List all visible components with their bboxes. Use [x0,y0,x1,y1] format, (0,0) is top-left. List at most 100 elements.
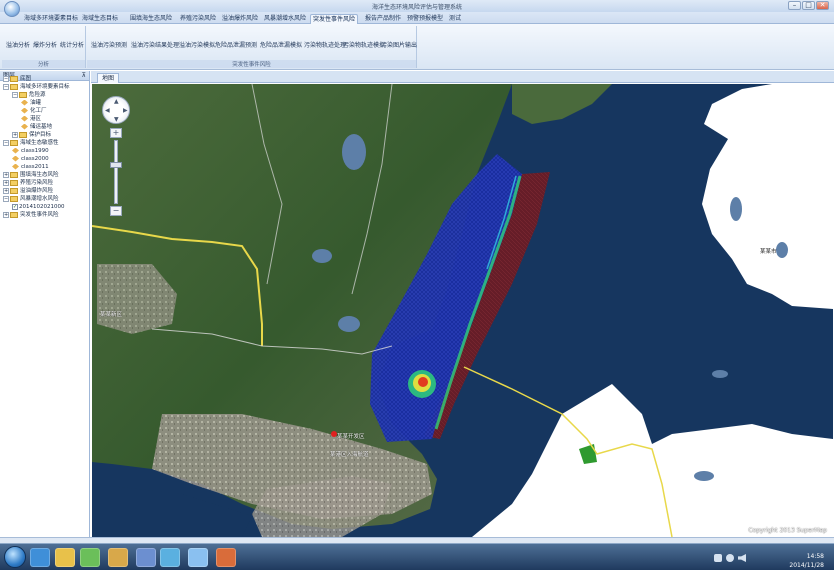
expand-icon[interactable]: + [12,131,18,138]
layer-icon [21,123,28,130]
minimize-button[interactable]: – [788,1,801,10]
collapse-icon[interactable]: − [3,139,9,146]
pan-up-icon[interactable]: ▲ [114,98,119,105]
ribbon-tab[interactable]: 海域生态目标 [76,14,124,24]
tree-item[interactable]: class1990 [12,147,49,155]
folder-icon [19,131,27,138]
tree-item[interactable]: − 海域生态敏感性 [3,139,59,147]
expand-icon[interactable]: + [3,171,9,178]
hazard-leak-simulate-button[interactable]: 危险品泄漏模拟 [260,40,302,49]
oil-pollution-predict-button[interactable]: 溢油污染预测 [91,40,127,49]
ribbon-tab[interactable]: 海域多环境要素目标 [24,14,78,24]
tree-item[interactable]: 港区 [21,115,41,123]
ribbon-tab[interactable]: 测试 [447,14,463,24]
tree-item[interactable]: class2011 [12,163,49,171]
explosion-analysis-button[interactable]: 爆炸分析 [33,40,57,49]
tree-item[interactable]: ✓ 2014102021000 [12,203,65,211]
app-icon-6[interactable] [216,548,236,567]
tree-item[interactable]: − 底图 [3,75,31,83]
tree-item[interactable]: − 危险源 [12,91,46,99]
zoom-slider-thumb[interactable] [110,162,122,168]
clock-time[interactable]: 14:58 [807,553,824,560]
tray-icon[interactable] [714,554,722,562]
tree-item-label: 风暴潮增水风险 [20,196,59,202]
app-icon-1[interactable] [80,548,100,567]
close-button[interactable]: ✕ [816,1,829,10]
ribbon-tab[interactable]: 风暴潮增水风险 [262,14,308,24]
tree-item[interactable]: 油罐 [21,99,41,107]
tree-item-label: 养殖污染风险 [20,180,54,186]
tree-item[interactable]: 储运基地 [21,123,52,131]
tree-item[interactable]: 化工厂 [21,107,47,115]
start-button[interactable] [4,546,26,568]
expand-icon[interactable]: + [3,179,9,186]
oil-spill-analysis-button[interactable]: 溢油分析 [6,40,30,49]
tree-item[interactable]: class2000 [12,155,49,163]
pollution-image-output-button[interactable]: 污染图片输出 [381,40,417,49]
volume-icon[interactable] [738,554,746,562]
zoom-slider-track[interactable] [114,140,118,204]
lake [730,197,742,221]
tree-item[interactable]: + 保护目标 [12,131,51,139]
lake [776,242,788,258]
tree-item[interactable]: − 风暴潮增水风险 [3,195,59,203]
pan-down-icon[interactable]: ▼ [114,116,119,123]
tree-item[interactable]: − 海域多环境要素目标 [3,83,70,91]
clock-date[interactable]: 2014/11/28 [789,562,824,569]
expand-icon[interactable]: + [3,211,9,218]
statistics-analysis-button[interactable]: 统计分析 [60,40,84,49]
ribbon-tab[interactable]: 突发性事件风险 [310,14,358,24]
pan-right-icon[interactable]: ▶ [123,107,128,114]
collapse-icon[interactable]: − [3,195,9,202]
tree-item[interactable]: + 养殖污染风险 [3,179,53,187]
collapse-icon[interactable]: − [3,75,9,82]
pin-icon[interactable]: ⊼ [82,71,86,80]
layer-icon [21,115,28,122]
pan-control[interactable]: ▲ ▼ ◀ ▶ [102,96,130,124]
document-tab-bar: 地图 [91,71,834,83]
explorer-icon[interactable] [55,548,75,567]
collapse-icon[interactable]: − [3,83,9,90]
ribbon-tab[interactable]: 预警预报模型 [406,14,444,24]
trajectory-simulate-button[interactable]: 污染物轨迹模拟 [343,40,385,49]
oil-pollution-result-button[interactable]: 溢油污染结果处理 [131,40,179,49]
ribbon-tab[interactable]: 溢油爆炸风险 [220,14,260,24]
ribbon-tab[interactable]: 围填海生态风险 [126,14,176,24]
plume-hotspot-core [418,377,428,387]
folder-icon [10,75,18,82]
lake [694,471,714,481]
app-icon-5[interactable] [188,548,208,567]
lake [342,134,366,170]
ribbon-tab[interactable]: 养殖污染风险 [178,14,218,24]
layer-checkbox[interactable]: ✓ [12,203,18,210]
place-label: 某某开发区 [337,434,365,440]
folder-icon [10,179,18,186]
maximize-button[interactable]: □ [802,1,815,10]
tree-item-label: 保护目标 [29,132,52,138]
hazard-leak-predict-button[interactable]: 危险品泄漏预测 [215,40,257,49]
app-menu-button[interactable] [4,1,20,17]
pan-left-icon[interactable]: ◀ [105,107,110,114]
lake [338,316,360,332]
collapse-icon[interactable]: − [12,91,18,98]
oil-pollution-simulate-button[interactable]: 溢油污染模拟 [179,40,215,49]
app-icon-4[interactable] [160,548,180,567]
zoom-in-button[interactable]: + [110,128,122,138]
ribbon-tab-bar: 海域多环境要素目标 海域生态目标 围填海生态风险 养殖污染风险 溢油爆炸风险 风暴潮增水风… [0,12,834,24]
layer-icon [12,163,19,170]
tree-item[interactable]: + 溢油爆炸风险 [3,187,53,195]
ie-icon[interactable] [30,548,50,567]
expand-icon[interactable]: + [3,187,9,194]
layer-icon [21,107,28,114]
tree-item[interactable]: + 突发性事件风险 [3,211,59,219]
map-view[interactable]: 某某新区 某某开发区 某港区入海航道 某某市 ▲ ▼ ◀ ▶ + − Copyr… [92,84,833,537]
ribbon-tab[interactable]: 报告产品制作 [362,14,404,24]
zoom-out-button[interactable]: − [110,206,122,216]
window-title: 海洋生态环境风险评估与管理系统 [371,4,462,11]
tree-item[interactable]: + 围填海生态风险 [3,171,59,179]
network-icon[interactable] [726,554,734,562]
tab-map[interactable]: 地图 [97,73,119,83]
app-icon-2[interactable] [108,548,128,567]
trajectory-process-button[interactable]: 污染物轨迹处理 [304,40,346,49]
app-icon-3[interactable] [136,548,156,567]
